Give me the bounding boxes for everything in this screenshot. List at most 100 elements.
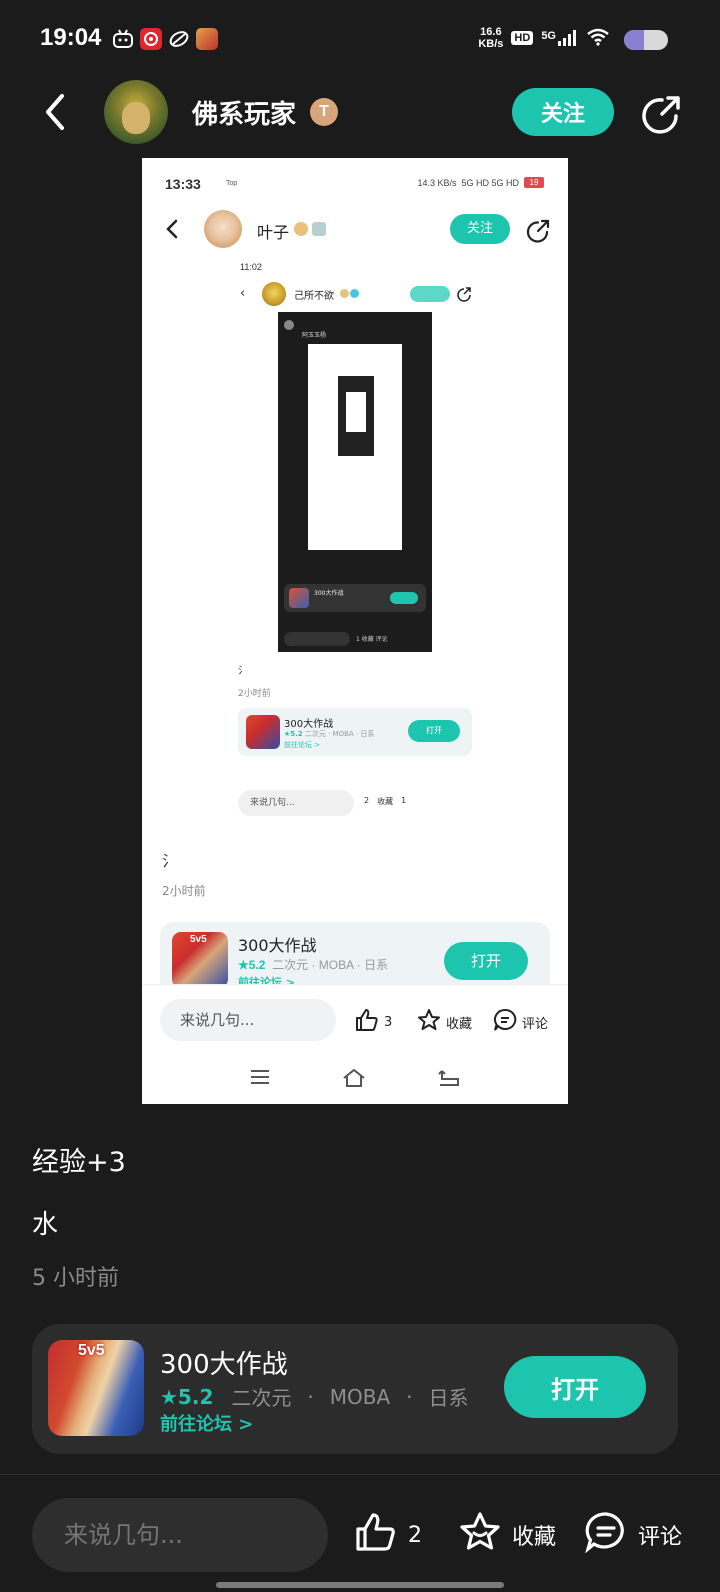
wifi-icon <box>586 28 610 49</box>
net-speed-unit: KB/s <box>478 38 504 50</box>
exp-gain-text: 经验+3 <box>32 1147 126 1178</box>
nested-inner-avatar <box>284 320 294 330</box>
username[interactable]: 佛系玩家 <box>192 94 296 131</box>
nested-dark-screenshot: 阿玉玉杨 300大作战 1 收藏 评论 <box>278 312 432 652</box>
nested-inner-game-card: 300大作战 <box>284 584 426 612</box>
home-indicator[interactable] <box>216 1582 504 1588</box>
comment-input[interactable] <box>32 1498 328 1572</box>
image-time-ago: 2小时前 <box>162 884 206 898</box>
game-title[interactable]: 300大作战 <box>160 1344 288 1381</box>
open-game-button[interactable]: 打开 <box>504 1356 646 1418</box>
nested-time-ago: 2小时前 <box>238 689 271 699</box>
image-comment-icon <box>492 1007 518 1037</box>
nested-meta: 二次元 · MOBA · 日系 <box>304 730 375 738</box>
comment-label: 评论 <box>638 1525 683 1550</box>
nested-forum-link: 前往论坛 > <box>284 741 321 749</box>
star-icon <box>458 1511 502 1559</box>
image-menu-icon <box>250 1069 270 1089</box>
swirl-app-icon <box>168 28 190 50</box>
status-bar: 19:04 16.6 KB/s HD 5G <box>0 0 720 78</box>
nested-comment-count: 1 <box>401 796 407 805</box>
status-time: 19:04 <box>40 24 102 51</box>
thumbs-up-icon <box>354 1511 398 1559</box>
image-post-tag: 氵 <box>162 852 178 870</box>
image-rating: ★5.2 <box>238 958 266 972</box>
game-tag: MOBA <box>329 1384 391 1409</box>
nested-inner-open-button <box>390 592 418 604</box>
image-badge <box>294 222 308 236</box>
game-card[interactable]: 5v5 300大作战 ★5.2 二次元 · MOBA · 日系 前往论坛 > 打… <box>32 1324 678 1454</box>
nested-badge-2 <box>350 289 359 298</box>
share-button[interactable] <box>640 92 684 136</box>
nested-avatar <box>262 282 286 306</box>
game-rating: ★5.2 <box>160 1384 214 1409</box>
image-chevron-left-icon <box>164 218 180 244</box>
image-signal: 5G HD 5G HD <box>461 177 519 188</box>
nested-inner-comment-input <box>284 632 350 646</box>
nested-inner-white-screen-2 <box>346 392 366 432</box>
forum-link[interactable]: 前往论坛 > <box>160 1410 253 1436</box>
nested-badge <box>340 289 349 298</box>
image-badge-2 <box>312 222 326 236</box>
nested-follow-button <box>410 286 450 302</box>
game-app-icon <box>196 28 218 50</box>
image-open-button: 打开 <box>444 942 528 980</box>
follow-button[interactable]: 关注 <box>512 88 614 136</box>
image-thumbs-up-icon <box>354 1007 380 1037</box>
battery-icon <box>624 30 668 50</box>
nested-open-button: 打开 <box>408 720 460 742</box>
post-header: 佛系玩家 T 关注 <box>0 78 720 148</box>
nested-game-icon <box>246 715 280 749</box>
image-battery: 19 <box>524 177 544 188</box>
post-image[interactable]: 13:33 Top 14.3 KB/s 5G HD 5G HD 19 叶子 关注… <box>142 158 568 1104</box>
nested-status-time: 11:02 <box>240 262 262 272</box>
image-bottom-bar: 来说几句... 3 收藏 评论 <box>142 984 568 1104</box>
back-button[interactable] <box>36 90 76 134</box>
nested-post-tag: 氵 <box>238 666 248 677</box>
nested-rating: ★5.2 <box>284 730 303 738</box>
avatar[interactable] <box>104 80 168 144</box>
nested-username: 己所不欲 <box>294 291 334 302</box>
image-comment-input: 来说几句... <box>160 999 336 1041</box>
post-body: 水 <box>32 1210 59 1240</box>
comment-icon <box>584 1511 628 1559</box>
game-tag: 二次元 <box>231 1386 292 1410</box>
game-meta: ★5.2 二次元 · MOBA · 日系 <box>160 1382 468 1411</box>
signal-icon: 5G <box>541 30 578 46</box>
bilibili-icon <box>112 28 134 50</box>
signal-label: 5G <box>541 30 556 42</box>
level-badge: T <box>310 98 338 126</box>
game-icon[interactable]: 5v5 <box>48 1340 144 1436</box>
nested-favorite-label: 收藏 <box>377 797 394 806</box>
image-meta: 二次元 · MOBA · 日系 <box>272 958 389 972</box>
favorite-button[interactable]: 收藏 <box>458 1511 556 1559</box>
nested-comment-input: 来说几句... <box>238 790 354 816</box>
like-button[interactable]: 2 <box>354 1511 422 1559</box>
nested-inner-game-title: 300大作战 <box>314 590 344 597</box>
game-icon-label: 5v5 <box>78 1342 105 1359</box>
image-like-count: 3 <box>384 1014 393 1030</box>
nested-game-card: 300大作战 ★5.2 二次元 · MOBA · 日系 前往论坛 > 打开 <box>238 708 472 756</box>
netease-music-icon <box>140 28 162 50</box>
nested-inner-username: 阿玉玉杨 <box>302 332 327 339</box>
post-time: 5 小时前 <box>32 1266 119 1291</box>
chevron-left-icon <box>36 94 76 138</box>
image-return-icon <box>438 1069 460 1091</box>
battery-level <box>624 30 644 50</box>
share-icon <box>640 96 684 140</box>
image-favorite-label: 收藏 <box>446 1016 473 1032</box>
nested-share-icon <box>456 286 472 306</box>
game-tag: 日系 <box>428 1386 469 1410</box>
image-status-time: 13:33 <box>165 176 201 192</box>
like-count: 2 <box>408 1522 422 1548</box>
nested-inner-actions: 1 收藏 评论 <box>356 636 388 643</box>
image-game-icon: 5v5 <box>172 932 228 988</box>
image-top-label: Top <box>226 180 238 187</box>
comment-button[interactable]: 评论 <box>584 1511 683 1559</box>
image-follow-button: 关注 <box>450 214 510 244</box>
image-home-icon <box>342 1068 366 1091</box>
divider <box>0 1474 720 1475</box>
image-avatar <box>204 210 242 248</box>
image-share-icon <box>525 218 551 248</box>
net-speed-value: 16.6 <box>480 26 502 38</box>
